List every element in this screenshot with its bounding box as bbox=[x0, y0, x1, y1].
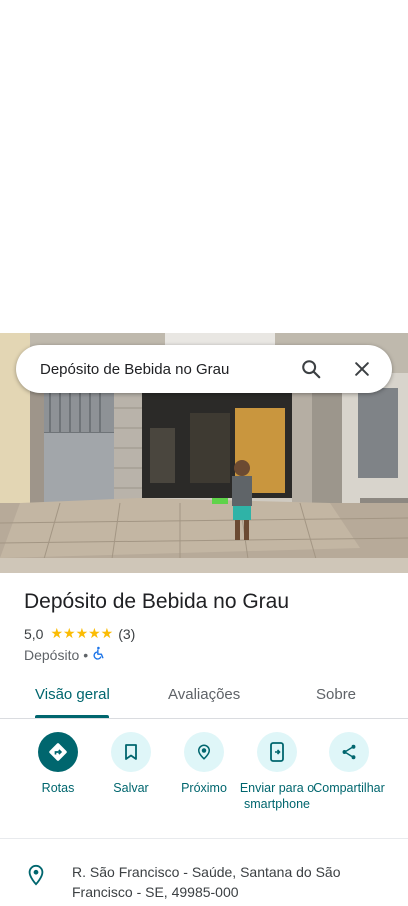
wheelchair-icon bbox=[92, 646, 106, 663]
directions-button[interactable]: Rotas bbox=[19, 731, 97, 796]
place-category: Depósito bbox=[24, 646, 80, 663]
send-to-phone-icon bbox=[257, 732, 297, 772]
search-input[interactable]: Depósito de Bebida no Grau bbox=[16, 361, 299, 378]
tab-overview[interactable]: Visão geral bbox=[35, 686, 110, 703]
send-to-phone-button[interactable]: Enviar para o smartphone bbox=[238, 731, 316, 812]
tab-reviews[interactable]: Avaliações bbox=[168, 686, 240, 703]
category-row: Depósito • bbox=[24, 646, 106, 663]
tab-about[interactable]: Sobre bbox=[316, 686, 356, 703]
star-rating: ★★★★★ bbox=[50, 625, 114, 641]
place-title: Depósito de Bebida no Grau bbox=[24, 590, 290, 613]
separator-dot: • bbox=[83, 646, 89, 663]
tab-bar: Visão geral Avaliações Sobre bbox=[0, 676, 408, 719]
rating-row[interactable]: 5,0 ★★★★★ (3) bbox=[24, 625, 135, 642]
action-buttons: Rotas Salvar Próximo Enviar para o smart… bbox=[0, 731, 408, 835]
share-button[interactable]: Compartilhar bbox=[310, 731, 388, 796]
send-to-phone-label: Enviar para o smartphone bbox=[239, 781, 315, 811]
location-pin-icon bbox=[25, 863, 47, 887]
search-icon[interactable] bbox=[299, 357, 323, 381]
close-icon[interactable] bbox=[350, 357, 374, 381]
directions-icon bbox=[38, 732, 78, 772]
rating-value: 5,0 bbox=[24, 625, 44, 642]
active-tab-indicator bbox=[35, 715, 109, 718]
nearby-button[interactable]: Próximo bbox=[165, 731, 243, 796]
address-text[interactable]: R. São Francisco - Saúde, Santana do São… bbox=[72, 862, 372, 902]
directions-label: Rotas bbox=[41, 781, 75, 795]
save-button[interactable]: Salvar bbox=[92, 731, 170, 796]
nearby-icon bbox=[184, 732, 224, 772]
share-label: Compartilhar bbox=[313, 781, 385, 795]
save-label: Salvar bbox=[113, 781, 149, 795]
section-divider bbox=[0, 838, 408, 839]
review-count: (3) bbox=[118, 625, 136, 642]
nearby-label: Próximo bbox=[181, 781, 227, 795]
share-icon bbox=[329, 732, 369, 772]
search-bar[interactable]: Depósito de Bebida no Grau bbox=[16, 345, 392, 393]
bookmark-icon bbox=[111, 732, 151, 772]
